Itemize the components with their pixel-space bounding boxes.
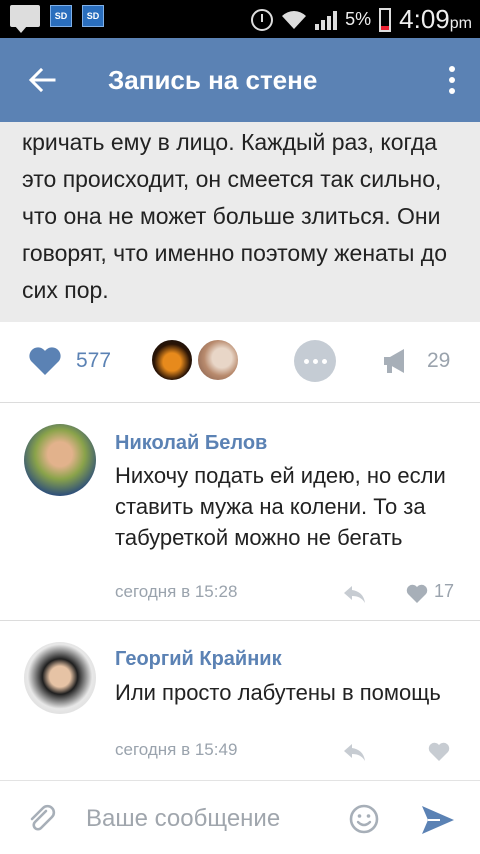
heart-icon[interactable] bbox=[406, 584, 428, 604]
message-composer bbox=[0, 780, 480, 854]
paperclip-icon[interactable] bbox=[26, 803, 58, 835]
arrow-left-icon[interactable] bbox=[26, 64, 58, 96]
megaphone-icon[interactable] bbox=[382, 346, 410, 376]
message-notification-icon bbox=[10, 5, 40, 33]
comment-text: Нихочу подать ей идею, но если ставить м… bbox=[115, 463, 446, 550]
repost-count[interactable]: 29 bbox=[427, 349, 450, 373]
comment: Георгий Крайник Или просто лабутены в по… bbox=[0, 620, 480, 780]
more-likers-button[interactable] bbox=[294, 340, 336, 382]
sd-card-icon: SD bbox=[50, 5, 72, 27]
comment-like-count[interactable]: 17 bbox=[434, 581, 454, 602]
sd-card-icon-2: SD bbox=[82, 5, 104, 27]
alarm-icon bbox=[251, 8, 274, 31]
comment: Николай Белов Нихочу подать ей идею, но … bbox=[0, 402, 480, 620]
post-actions: 577 29 bbox=[0, 322, 480, 402]
clock: 4:09pm bbox=[399, 4, 472, 34]
liker-avatar[interactable] bbox=[150, 338, 194, 382]
status-bar: SD SD 5% 4:09pm bbox=[0, 0, 480, 38]
comment-author[interactable]: Николай Белов bbox=[115, 432, 267, 455]
reply-icon[interactable] bbox=[342, 584, 366, 604]
like-count[interactable]: 577 bbox=[76, 349, 111, 373]
signal-icon bbox=[315, 10, 338, 30]
send-icon[interactable] bbox=[420, 804, 456, 836]
app-bar: Запись на стене bbox=[0, 38, 480, 122]
comment-text: Или просто лабутены в помощь bbox=[115, 680, 441, 705]
reply-icon[interactable] bbox=[342, 742, 366, 762]
battery-icon bbox=[379, 7, 392, 32]
wifi-icon bbox=[282, 10, 307, 29]
comment-time: сегодня в 15:28 bbox=[115, 582, 238, 601]
message-input[interactable] bbox=[86, 799, 336, 839]
likers-avatars[interactable] bbox=[150, 338, 240, 382]
page-title: Запись на стене bbox=[108, 65, 318, 95]
avatar[interactable] bbox=[24, 424, 96, 496]
emoji-icon[interactable] bbox=[348, 803, 380, 835]
comment-time: сегодня в 15:49 bbox=[115, 740, 238, 759]
more-vertical-icon[interactable] bbox=[448, 66, 456, 94]
liker-avatar[interactable] bbox=[196, 338, 240, 382]
comment-author[interactable]: Георгий Крайник bbox=[115, 648, 282, 671]
post-text: кричать ему в лицо. Каждый раз, когда эт… bbox=[22, 129, 447, 303]
heart-icon[interactable] bbox=[28, 346, 62, 376]
battery-percent: 5% bbox=[345, 9, 372, 29]
avatar[interactable] bbox=[24, 642, 96, 714]
heart-icon[interactable] bbox=[428, 742, 450, 762]
post-body: кричать ему в лицо. Каждый раз, когда эт… bbox=[0, 122, 480, 322]
